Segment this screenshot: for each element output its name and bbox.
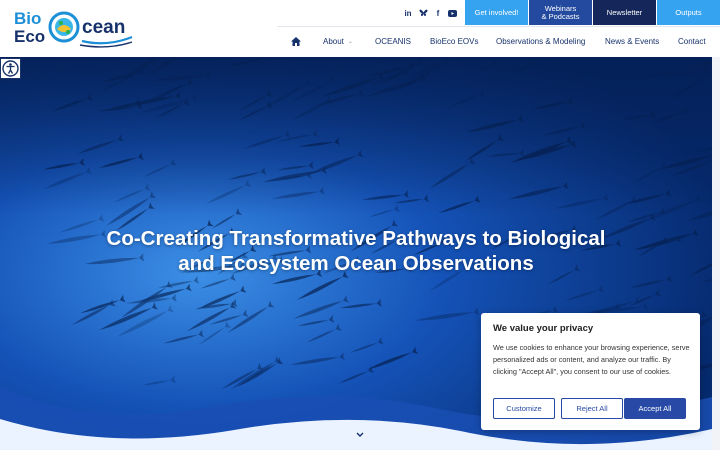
nav-home[interactable] xyxy=(291,34,301,48)
header-divider xyxy=(277,26,720,27)
linkedin-icon[interactable]: in xyxy=(401,6,415,20)
nav-item-contact[interactable]: Contact xyxy=(678,34,706,48)
cookie-title: We value your privacy xyxy=(493,323,594,334)
page-scrollbar[interactable] xyxy=(712,57,720,450)
nav-item-news-events-label: News & Events xyxy=(605,36,660,46)
get-involved-button[interactable]: Get involved! xyxy=(465,0,528,25)
butterfly-glyph xyxy=(419,9,427,16)
facebook-icon[interactable]: f xyxy=(431,6,445,20)
cookie-text: We use cookies to enhance your browsing … xyxy=(493,343,690,377)
chevron-down-icon xyxy=(356,432,364,437)
nav-item-observations-label: Observations & Modeling xyxy=(496,36,586,46)
youtube-glyph xyxy=(447,9,457,17)
accessibility-icon xyxy=(2,60,19,77)
logo-text-cean: cean xyxy=(82,17,126,38)
hero-headline: Co-Creating Transformative Pathways to B… xyxy=(40,226,672,276)
hero-headline-line1: Co-Creating Transformative Pathways to B… xyxy=(106,227,606,250)
outputs-button[interactable]: Outputs xyxy=(657,0,720,25)
scroll-down-icon[interactable] xyxy=(354,429,366,439)
chevron-down-icon: ⌄ xyxy=(347,38,353,45)
hero-headline-line2: and Ecosystem Ocean Observations xyxy=(178,252,534,275)
nav-item-oceanis[interactable]: OCEANIS xyxy=(375,34,411,48)
customize-button[interactable]: Customize xyxy=(493,398,555,419)
webinars-podcasts-button[interactable]: Webinars & Podcasts xyxy=(529,0,592,25)
nav-item-news-events[interactable]: News & Events xyxy=(605,34,659,48)
bioeco-ocean-logo[interactable]: Bio Eco cean xyxy=(12,6,134,52)
site-header: Bio Eco cean in f Get involved! Webinars… xyxy=(0,0,720,57)
get-involved-label: Get involved! xyxy=(474,7,519,17)
newsletter-button[interactable]: Newsletter xyxy=(593,0,656,25)
newsletter-label: Newsletter xyxy=(606,7,643,17)
logo-text-eco: Eco xyxy=(14,27,46,46)
youtube-icon[interactable] xyxy=(445,6,459,20)
outputs-label: Outputs xyxy=(675,7,702,17)
home-icon xyxy=(291,36,301,46)
nav-item-bioeco-eovs-label: BioEco EOVs xyxy=(430,36,479,46)
cookie-consent-dialog: We value your privacy We use cookies to … xyxy=(481,313,700,430)
reject-all-button[interactable]: Reject All xyxy=(561,398,623,419)
bluesky-icon[interactable] xyxy=(416,6,430,20)
nav-item-about-label: About xyxy=(323,36,344,46)
nav-item-contact-label: Contact xyxy=(678,36,706,46)
webinars-label-line2: & Podcasts xyxy=(541,11,580,21)
logo-text-bio: Bio xyxy=(14,9,42,28)
nav-item-bioeco-eovs[interactable]: BioEco EOVs xyxy=(430,34,478,48)
nav-item-oceanis-label: OCEANIS xyxy=(375,36,412,46)
nav-item-about[interactable]: About ⌄ xyxy=(323,34,353,48)
accept-all-button[interactable]: Accept All xyxy=(624,398,686,419)
nav-item-observations-modeling[interactable]: Observations & Modeling xyxy=(496,34,585,48)
accessibility-button[interactable] xyxy=(0,58,21,79)
webinars-label: Webinars & Podcasts xyxy=(541,4,580,21)
